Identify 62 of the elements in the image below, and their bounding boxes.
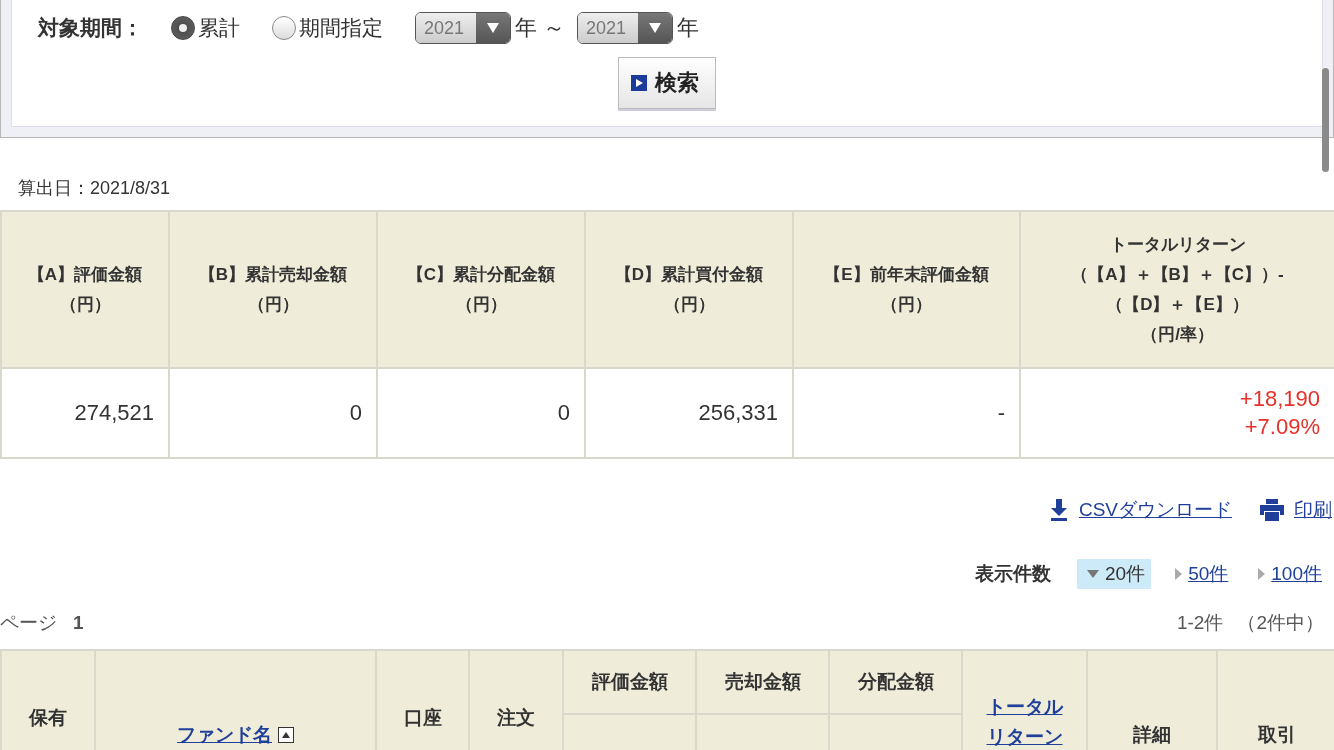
table-cell-text: - — [996, 399, 1005, 427]
column-header: 口座 — [402, 706, 443, 730]
table-cell-text: 256,331 — [697, 399, 778, 427]
page-size-link[interactable]: 50件 — [1188, 561, 1229, 587]
column-header: 【C】累計分配金額 — [405, 263, 557, 286]
column-header: （円） — [662, 293, 716, 316]
download-link[interactable]: CSVダウンロード — [1078, 497, 1232, 523]
filter-label: 対象期間： — [38, 15, 143, 41]
sort-link[interactable]: ファンド名 — [177, 720, 272, 750]
play-icon — [631, 75, 647, 91]
print-link[interactable]: 印刷 — [1294, 497, 1332, 523]
vertical-scrollbar[interactable] — [1322, 68, 1329, 172]
column-header: 【B】累計売却金額 — [197, 263, 349, 286]
column-header: トータルリターン — [1108, 233, 1247, 256]
sort-ascending-icon[interactable] — [278, 727, 294, 743]
column-header: （円） — [454, 293, 508, 316]
caret-down-icon — [1087, 570, 1099, 578]
dropdown-arrow-icon — [487, 23, 499, 33]
page-size-label: 表示件数 — [975, 562, 1051, 586]
radio-button[interactable] — [171, 16, 195, 40]
column-header: 【A】評価金額 — [26, 263, 144, 286]
caret-right-icon — [1175, 568, 1183, 580]
column-header: （円） — [880, 293, 933, 316]
column-header: 【D】累計買付金額 — [613, 263, 765, 286]
table-cell-text: 0 — [348, 399, 362, 427]
column-header: （円/率） — [1140, 323, 1215, 346]
column-header: 分配金額 — [856, 670, 935, 694]
printer-icon — [1260, 499, 1284, 521]
table-cell-text: +18,190 — [1238, 385, 1320, 413]
year-unit: 年 — [515, 14, 537, 42]
column-header: 注文 — [496, 706, 536, 730]
result-total: （2件中） — [1237, 611, 1324, 635]
table-cell-text: 0 — [556, 399, 570, 427]
range-separator: ～ — [543, 14, 565, 42]
page-label: ページ — [0, 611, 57, 635]
result-range: 1-2件 — [1176, 611, 1224, 635]
caret-right-icon — [1258, 568, 1266, 580]
column-header: 売却金額 — [723, 670, 802, 694]
table-cell-text: +7.09% — [1243, 413, 1320, 441]
radio-button[interactable] — [272, 16, 296, 40]
column-header: 取引 — [1257, 723, 1297, 747]
radio-label[interactable]: 期間指定 — [299, 14, 383, 42]
radio-label[interactable]: 累計 — [198, 14, 240, 42]
page-size-link[interactable]: 100件 — [1271, 561, 1322, 587]
year-unit: 年 — [677, 14, 699, 42]
sort-link[interactable]: リターン — [963, 722, 1086, 750]
column-header: （円） — [58, 293, 112, 316]
column-header: 保有 — [27, 706, 68, 730]
calculation-date: 算出日：2021/8/31 — [17, 177, 171, 200]
search-button[interactable]: 検索 — [618, 57, 716, 109]
column-header: （円） — [246, 293, 300, 316]
table-cell-text: 274,521 — [73, 399, 154, 427]
column-header: （【A】＋【B】＋【C】）- — [1070, 263, 1285, 286]
sort-link[interactable]: トータル — [963, 692, 1086, 722]
dropdown-arrow-icon — [649, 23, 661, 33]
column-header: 評価金額 — [590, 670, 669, 694]
download-icon — [1048, 499, 1069, 521]
column-header: 詳細 — [1132, 723, 1172, 747]
column-header: （【D】＋【E】） — [1105, 293, 1250, 316]
current-page: 1 — [73, 612, 84, 634]
page-size-option[interactable]: 20件 — [1077, 559, 1152, 589]
column-header: 【E】前年末評価金額 — [823, 263, 990, 286]
